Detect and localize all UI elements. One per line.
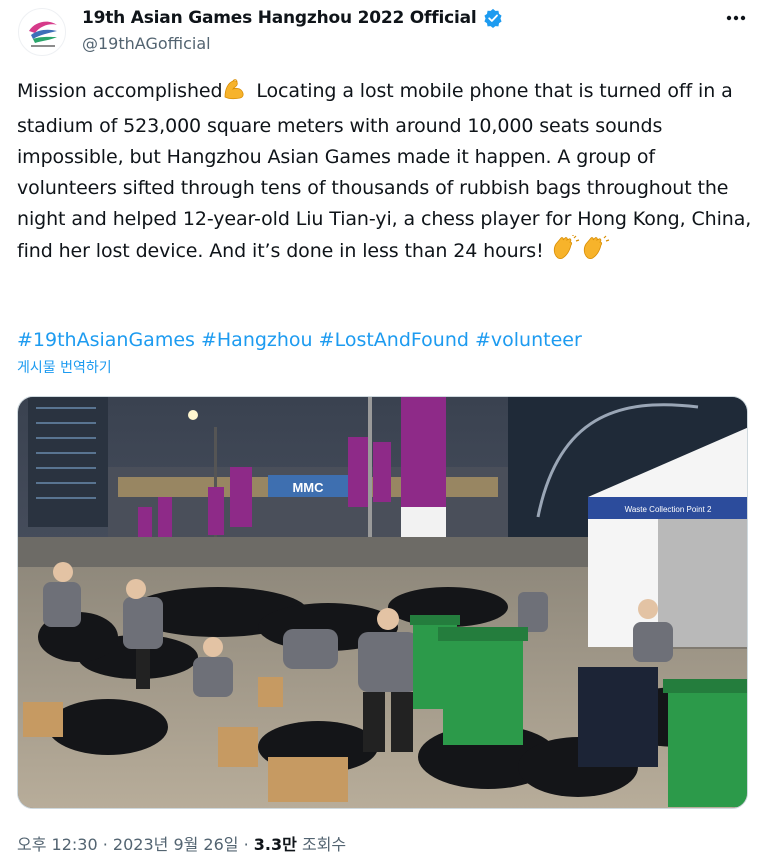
tweet: 19th Asian Games Hangzhou 2022 Official …	[0, 0, 768, 866]
hashtag-link[interactable]: #Hangzhou	[201, 329, 313, 351]
hashtag-link[interactable]: #LostAndFound	[319, 329, 469, 351]
tweet-text-part2: Locating a lost mobile phone that is tur…	[17, 80, 752, 262]
tweet-photo[interactable]: MMC Waste Collection Point 2	[17, 396, 748, 809]
more-options-icon[interactable]	[720, 6, 752, 30]
views-count: 3.3만	[253, 835, 297, 854]
hashtag-link[interactable]: #19thAsianGames	[17, 329, 195, 351]
meta-separator: ·	[243, 835, 249, 854]
meta-separator: ·	[102, 835, 108, 854]
translate-post-link[interactable]: 게시물 번역하기	[17, 357, 112, 377]
photo-illustration: MMC Waste Collection Point 2	[18, 397, 747, 808]
flexed-biceps-emoji	[222, 77, 250, 111]
tweet-meta: 오후 12:30 · 2023년 9월 26일 · 3.3만 조회수	[17, 831, 346, 855]
post-date[interactable]: 2023년 9월 26일	[113, 835, 239, 854]
display-name[interactable]: 19th Asian Games Hangzhou 2022 Official	[82, 8, 477, 28]
avatar[interactable]	[18, 8, 66, 56]
mmc-sign: MMC	[292, 480, 324, 495]
clapping-hands-emoji	[580, 235, 610, 271]
hashtags: #19thAsianGames #Hangzhou #LostAndFound …	[17, 325, 582, 355]
post-time[interactable]: 오후 12:30	[17, 835, 98, 854]
hangzhou-logo-icon	[29, 21, 57, 47]
verified-badge-icon	[484, 8, 502, 28]
hashtag-link[interactable]: #volunteer	[475, 329, 582, 351]
views-label: 조회수	[301, 835, 347, 854]
tweet-text: Mission accomplished Locating a lost mob…	[17, 76, 753, 271]
tent-sign: Waste Collection Point 2	[625, 505, 712, 514]
tweet-text-part1: Mission accomplished	[17, 80, 223, 102]
clapping-hands-emoji	[550, 234, 580, 271]
handle[interactable]: @19thAGofficial	[82, 34, 211, 53]
